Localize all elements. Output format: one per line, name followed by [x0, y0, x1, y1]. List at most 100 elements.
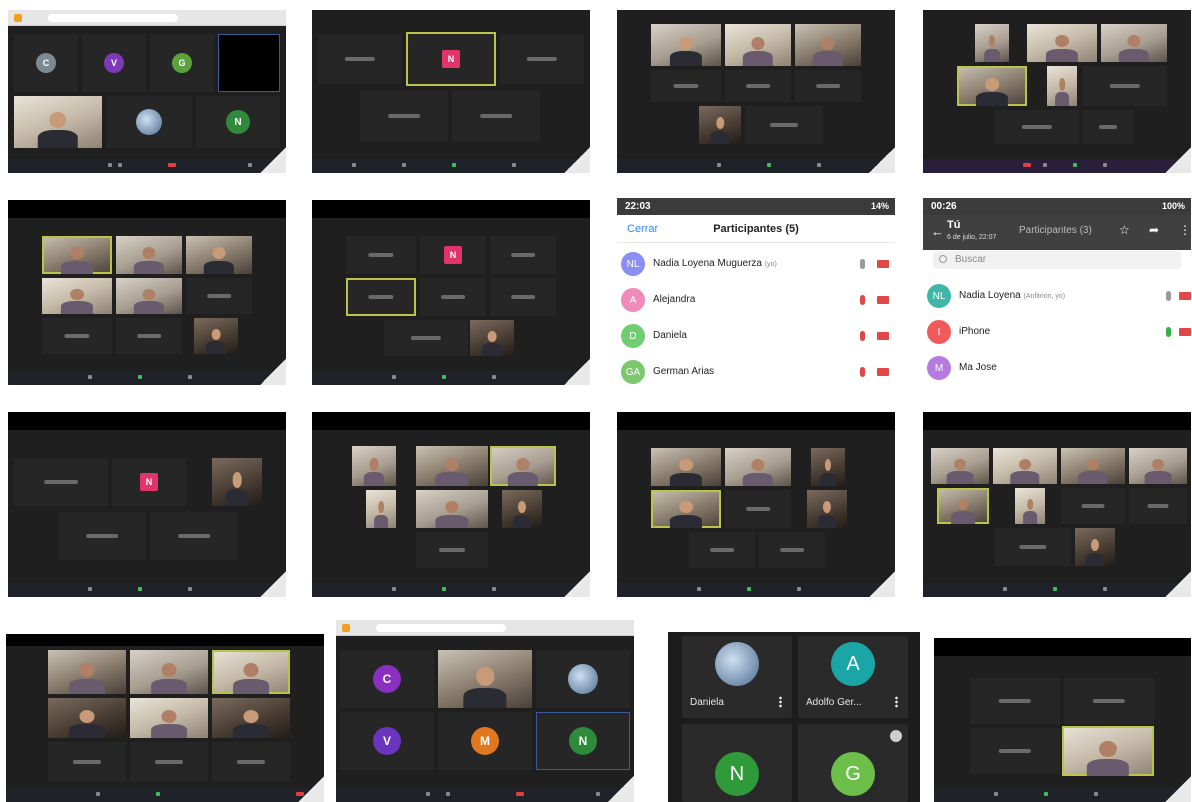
video-tile[interactable]	[1061, 488, 1125, 524]
more-icon[interactable]	[779, 696, 782, 708]
video-tile[interactable]	[1027, 24, 1097, 62]
video-tile[interactable]	[995, 528, 1071, 566]
mic-icon[interactable]	[1166, 291, 1171, 301]
video-tile-active-speaker[interactable]	[212, 650, 290, 694]
video-tile[interactable]	[1075, 528, 1115, 566]
video-tile-active-speaker[interactable]	[937, 488, 989, 524]
video-tile[interactable]	[346, 236, 416, 274]
video-tile[interactable]	[651, 70, 721, 102]
video-tile[interactable]	[150, 512, 238, 560]
video-tile[interactable]	[1064, 678, 1154, 724]
video-tile[interactable]	[807, 490, 847, 528]
mic-icon[interactable]	[860, 259, 865, 269]
video-tile[interactable]: N	[196, 96, 280, 148]
video-tile[interactable]: C	[14, 34, 78, 92]
video-tile[interactable]	[1083, 66, 1167, 106]
video-tile[interactable]	[106, 96, 192, 148]
video-tile[interactable]	[931, 448, 989, 484]
video-tile[interactable]	[116, 278, 182, 314]
video-tile[interactable]	[360, 90, 448, 142]
video-tile[interactable]	[438, 650, 532, 708]
video-tile[interactable]	[366, 490, 396, 528]
video-tile[interactable]	[1101, 24, 1167, 62]
video-tile[interactable]	[725, 448, 791, 486]
video-tile[interactable]	[725, 490, 791, 528]
video-tile[interactable]	[48, 698, 126, 738]
video-tile[interactable]	[995, 110, 1079, 144]
video-tile[interactable]	[795, 24, 861, 66]
video-tile[interactable]: G	[150, 34, 214, 92]
video-tile[interactable]	[42, 278, 112, 314]
participant-row[interactable]: M Ma Jose	[923, 350, 1191, 385]
video-tile-active-speaker[interactable]	[1062, 726, 1154, 776]
video-tile-active-speaker[interactable]	[957, 66, 1027, 106]
video-tile[interactable]: C	[340, 650, 434, 708]
video-tile[interactable]	[48, 742, 126, 782]
participant-row[interactable]: D Daniela	[617, 318, 895, 354]
video-tile[interactable]	[1047, 66, 1077, 106]
video-tile[interactable]	[14, 458, 108, 506]
video-tile[interactable]	[502, 490, 542, 528]
address-bar[interactable]	[376, 624, 506, 632]
video-tile[interactable]	[194, 318, 238, 354]
video-tile-active-speaker[interactable]	[346, 278, 416, 316]
search-input[interactable]: Buscar	[933, 251, 1181, 269]
video-tile[interactable]	[689, 532, 755, 568]
video-tile[interactable]	[48, 650, 126, 694]
camera-icon[interactable]	[1179, 328, 1191, 336]
video-tile[interactable]	[130, 650, 208, 694]
video-tile[interactable]	[452, 90, 540, 142]
video-tile[interactable]	[218, 34, 280, 92]
video-tile[interactable]	[186, 278, 252, 314]
video-tile[interactable]	[725, 24, 791, 66]
video-tile[interactable]	[212, 458, 262, 506]
video-tile[interactable]	[490, 278, 556, 316]
video-tile-active-speaker[interactable]	[490, 446, 556, 486]
video-tile[interactable]	[416, 490, 488, 528]
mic-muted-icon[interactable]	[860, 331, 865, 341]
video-tile[interactable]	[416, 446, 488, 486]
video-tile[interactable]	[536, 650, 630, 708]
star-icon[interactable]: ☆	[1119, 223, 1130, 237]
video-tile[interactable]	[1015, 488, 1045, 524]
video-tile[interactable]	[130, 742, 208, 782]
camera-icon[interactable]	[877, 368, 889, 376]
video-tile[interactable]: G	[798, 724, 908, 802]
video-tile[interactable]	[651, 24, 721, 66]
camera-icon[interactable]	[1179, 292, 1191, 300]
video-tile[interactable]: N	[682, 724, 792, 802]
video-tile[interactable]	[811, 448, 845, 486]
video-tile[interactable]: N	[112, 458, 186, 506]
camera-icon[interactable]	[877, 332, 889, 340]
video-tile[interactable]: N	[536, 712, 630, 770]
video-tile[interactable]	[759, 532, 825, 568]
video-tile[interactable]	[699, 106, 741, 144]
video-tile[interactable]: Daniela	[682, 636, 792, 718]
camera-icon[interactable]	[877, 296, 889, 304]
video-tile[interactable]	[186, 236, 252, 274]
share-icon[interactable]: ➦	[1149, 223, 1159, 237]
video-tile[interactable]	[1083, 110, 1133, 144]
video-tile[interactable]	[130, 698, 208, 738]
video-tile[interactable]	[1129, 488, 1187, 524]
participant-row[interactable]: NL Nadia Loyena (Anfitrión, yo)	[923, 278, 1191, 314]
video-tile[interactable]	[500, 34, 584, 84]
video-tile[interactable]	[212, 742, 290, 782]
video-tile[interactable]	[970, 728, 1060, 774]
video-tile-active-speaker[interactable]: N	[406, 32, 496, 86]
video-tile[interactable]	[993, 448, 1057, 484]
video-tile[interactable]	[470, 320, 514, 356]
video-tile[interactable]	[384, 320, 468, 356]
video-tile[interactable]	[490, 236, 556, 274]
mic-icon[interactable]	[1166, 327, 1171, 337]
video-tile[interactable]: N	[420, 236, 486, 274]
video-tile[interactable]	[745, 106, 823, 144]
video-tile[interactable]	[420, 278, 486, 316]
video-tile[interactable]	[116, 236, 182, 274]
video-tile-active-speaker[interactable]	[651, 490, 721, 528]
video-tile[interactable]	[970, 678, 1060, 724]
video-tile[interactable]	[1061, 448, 1125, 484]
video-tile[interactable]	[14, 96, 102, 148]
video-tile[interactable]: M	[438, 712, 532, 770]
video-tile[interactable]: V	[82, 34, 146, 92]
